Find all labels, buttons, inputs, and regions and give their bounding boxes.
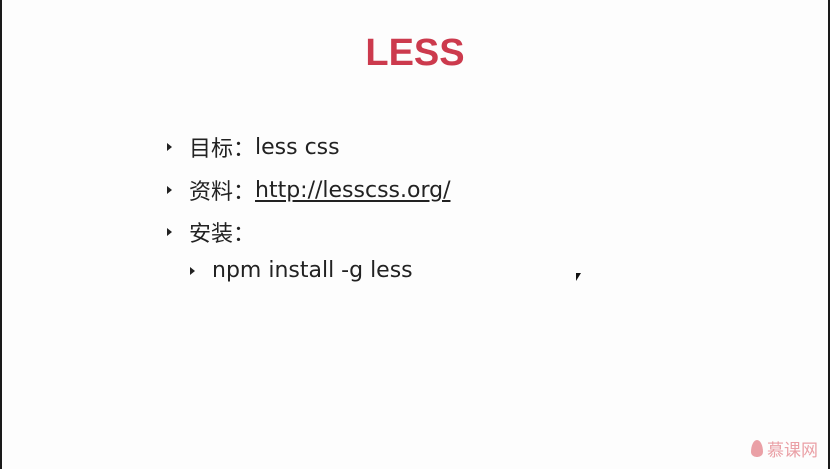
- item-value: npm install -g less: [212, 258, 413, 283]
- bullet-item-goal: 目标： less css: [167, 131, 340, 163]
- item-value: less css: [255, 134, 340, 160]
- flame-icon: [751, 440, 763, 457]
- item-label: 资料：: [189, 180, 256, 205]
- item-label: 安装：: [189, 222, 256, 247]
- watermark-text: 慕课网: [767, 441, 818, 461]
- mouse-cursor-icon: [576, 273, 581, 281]
- bullet-icon: [167, 228, 172, 236]
- lesscss-link[interactable]: http://lesscss.org/: [255, 178, 450, 203]
- slide-title: LESS: [365, 32, 465, 74]
- bullet-item-install: 安装：: [167, 216, 255, 248]
- bullet-icon: [190, 266, 195, 275]
- watermark-logo: 慕课网: [751, 436, 818, 461]
- bullet-icon: [167, 186, 172, 194]
- sub-bullet-npm-command: npm install -g less: [190, 258, 413, 283]
- item-label: 目标：: [189, 137, 256, 162]
- slide: LESS 目标： less css 资料： http://lesscss.org…: [2, 0, 828, 469]
- bullet-item-resources: 资料： http://lesscss.org/: [167, 174, 451, 206]
- bullet-icon: [167, 143, 172, 151]
